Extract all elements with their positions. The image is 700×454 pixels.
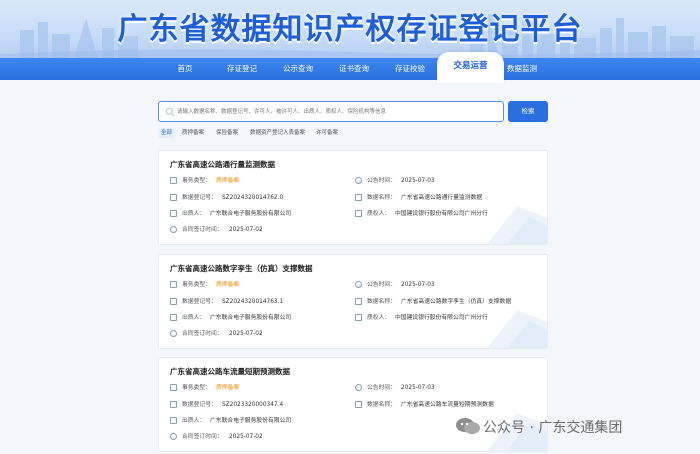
search-input[interactable] bbox=[177, 104, 497, 119]
card-title: 广东省高速公路车流量短期预测数据 bbox=[170, 367, 290, 376]
nav-item-home[interactable]: 首页 bbox=[170, 58, 200, 80]
search-box bbox=[158, 101, 504, 122]
document-icon bbox=[170, 194, 177, 201]
user-icon bbox=[355, 314, 362, 321]
database-icon bbox=[355, 401, 362, 408]
document-icon bbox=[170, 298, 177, 305]
document-icon bbox=[170, 401, 177, 408]
clock-icon bbox=[170, 330, 177, 337]
record-card[interactable]: 广东省高速公路通行量监测数据 事务类型： 质押备案 数据登记号： SZ20243… bbox=[158, 150, 548, 245]
watermark-text: 公众号 · 广东交通集团 bbox=[483, 420, 623, 436]
clock-icon bbox=[355, 281, 362, 288]
filter-license[interactable]: 许可备案 bbox=[316, 128, 338, 138]
nav-item-data-monitoring[interactable]: 数据监测 bbox=[502, 58, 542, 80]
clock-icon bbox=[355, 177, 362, 184]
wechat-icon bbox=[456, 418, 480, 434]
user-icon bbox=[170, 210, 177, 217]
filter-all[interactable]: 全部 bbox=[158, 128, 176, 138]
nav-item-registration[interactable]: 存证登记 bbox=[222, 58, 262, 80]
nav-item-trading-operations[interactable]: 交易运营 bbox=[437, 52, 504, 83]
nav-item-public-query[interactable]: 公示查询 bbox=[278, 58, 318, 80]
filter-insurance[interactable]: 保险备案 bbox=[216, 128, 238, 138]
database-icon bbox=[355, 298, 362, 305]
user-icon bbox=[170, 417, 177, 424]
search-icon bbox=[165, 107, 175, 117]
nav-item-certificate-query[interactable]: 证书查询 bbox=[334, 58, 374, 80]
site-title: 广东省数据知识产权存证登记平台 bbox=[117, 12, 583, 47]
database-icon bbox=[355, 194, 362, 201]
clock-icon bbox=[170, 226, 177, 233]
search-button[interactable]: 检索 bbox=[508, 101, 548, 122]
filter-pledge[interactable]: 质押备案 bbox=[182, 128, 204, 138]
clock-icon bbox=[170, 433, 177, 440]
document-icon bbox=[170, 177, 177, 184]
nav-item-verification[interactable]: 存证校验 bbox=[390, 58, 430, 80]
document-icon bbox=[170, 281, 177, 288]
record-card[interactable]: 广东省高速公路车流量短期预测数据 事务类型： 质押备案 数据登记号： SZ202… bbox=[158, 357, 548, 452]
user-icon bbox=[170, 314, 177, 321]
document-icon bbox=[170, 384, 177, 391]
header-banner: 广东省数据知识产权存证登记平台 bbox=[0, 0, 700, 58]
card-title: 广东省高速公路数字孪生（仿真）支撑数据 bbox=[170, 264, 313, 273]
clock-icon bbox=[355, 384, 362, 391]
user-icon bbox=[355, 210, 362, 217]
record-card[interactable]: 广东省高速公路数字孪生（仿真）支撑数据 事务类型： 质押备案 数据登记号： SZ… bbox=[158, 254, 548, 349]
main-nav: 首页 存证登记 公示查询 证书查询 存证校验 交易运营 数据监测 bbox=[0, 52, 700, 83]
card-title: 广东省高速公路通行量监测数据 bbox=[170, 160, 275, 169]
filter-asset-registration[interactable]: 数据资产登记入表备案 bbox=[250, 128, 305, 138]
